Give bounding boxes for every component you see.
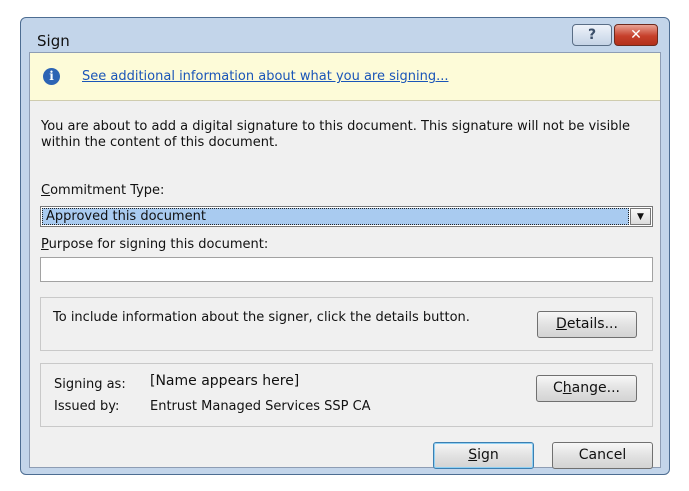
change-button-accesskey: h bbox=[562, 380, 572, 396]
commitment-type-label-rest: ommitment Type: bbox=[50, 183, 165, 198]
sign-button-accesskey: S bbox=[468, 447, 478, 463]
info-bar: i See additional information about what … bbox=[30, 53, 660, 101]
signing-as-label: Signing as: bbox=[54, 377, 126, 392]
intro-text: You are about to add a digital signature… bbox=[41, 119, 631, 150]
dialog-title: Sign bbox=[37, 32, 70, 50]
chevron-down-icon: ▼ bbox=[637, 211, 644, 222]
question-icon: ? bbox=[587, 27, 597, 43]
info-icon: i bbox=[43, 68, 60, 85]
dropdown-arrow-button[interactable]: ▼ bbox=[630, 208, 651, 225]
issued-by-value: Entrust Managed Services SSP CA bbox=[150, 399, 371, 414]
change-button-pre: C bbox=[553, 380, 563, 396]
details-button[interactable]: Details... bbox=[537, 311, 637, 338]
commitment-type-select[interactable]: Approved this document ▼ bbox=[40, 206, 653, 227]
dialog-content: i See additional information about what … bbox=[29, 52, 661, 469]
details-button-rest: etails... bbox=[566, 316, 618, 332]
purpose-label-rest: urpose for signing this document: bbox=[48, 237, 269, 252]
purpose-label-accesskey: P bbox=[41, 237, 49, 252]
issued-by-label: Issued by: bbox=[54, 399, 120, 414]
details-group: To include information about the signer,… bbox=[40, 297, 653, 351]
commitment-type-value: Approved this document bbox=[42, 208, 629, 225]
change-button-post: ange... bbox=[571, 380, 620, 396]
purpose-label: Purpose for signing this document: bbox=[41, 237, 268, 252]
sign-button[interactable]: Sign bbox=[433, 442, 534, 469]
purpose-input[interactable] bbox=[40, 257, 653, 282]
details-button-accesskey: D bbox=[556, 316, 567, 332]
close-button[interactable]: ✕ bbox=[614, 24, 658, 46]
sign-dialog: Sign ? ✕ i See additional information ab… bbox=[20, 17, 670, 475]
change-button[interactable]: Change... bbox=[536, 375, 637, 402]
help-button[interactable]: ? bbox=[572, 24, 612, 46]
cancel-button[interactable]: Cancel bbox=[552, 442, 653, 469]
close-icon: ✕ bbox=[630, 27, 642, 43]
details-instructions: To include information about the signer,… bbox=[53, 310, 470, 325]
signing-as-value: [Name appears here] bbox=[150, 373, 300, 389]
signing-group: Signing as: [Name appears here] Issued b… bbox=[40, 363, 653, 427]
commitment-type-label: Commitment Type: bbox=[41, 183, 164, 198]
commitment-type-label-accesskey: C bbox=[41, 183, 51, 198]
sign-button-rest: ign bbox=[477, 447, 499, 463]
additional-info-link[interactable]: See additional information about what yo… bbox=[82, 69, 449, 84]
